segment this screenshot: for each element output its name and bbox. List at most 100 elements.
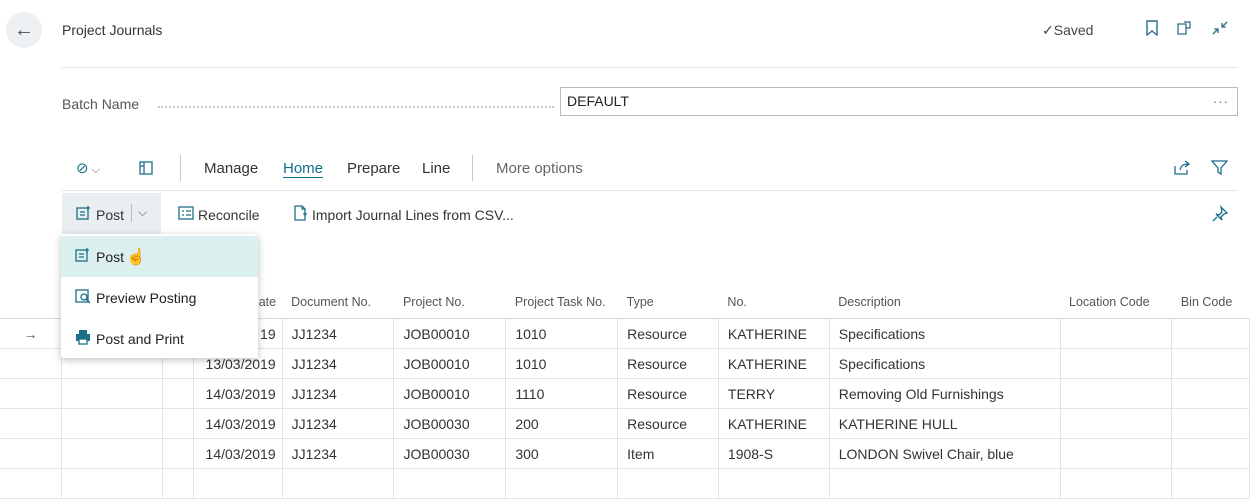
filter-icon[interactable]	[1210, 160, 1229, 179]
chevron-down-icon[interactable]: ⌵	[138, 205, 147, 220]
bookmark-icon[interactable]	[1145, 20, 1159, 40]
cell-posting-date[interactable]: 14/03/2019	[193, 378, 283, 409]
cell-document-no[interactable]: JJ1234	[282, 408, 395, 439]
cell-bin-code[interactable]	[1171, 468, 1250, 499]
column-header-bin-code[interactable]: Bin Code	[1171, 273, 1250, 319]
cell-type[interactable]: Resource	[617, 318, 719, 349]
table-row[interactable]: 14/03/2019 JJ1234 JOB00030 300 Item 1908-S LON…	[0, 438, 1250, 469]
cell-project-no[interactable]: JOB00010	[393, 318, 507, 349]
cell-no[interactable]: TERRY	[718, 378, 830, 409]
tab-home[interactable]: Home	[283, 160, 323, 177]
more-options[interactable]: More options	[496, 160, 583, 177]
cell-project-task-no[interactable]: 1010	[505, 348, 619, 379]
cell-description[interactable]	[829, 468, 1061, 499]
arrow-left-icon: ←	[14, 18, 34, 41]
tab-manage[interactable]: Manage	[204, 160, 258, 177]
preview-posting-icon	[74, 288, 92, 308]
page-layout-icon[interactable]	[138, 160, 154, 179]
column-header-type[interactable]: Type	[617, 273, 719, 319]
column-header-document-no[interactable]: Document No.	[282, 273, 394, 319]
column-header-project-no[interactable]: Project No.	[393, 273, 506, 319]
menu-item-preview-posting[interactable]: Preview Posting	[61, 277, 258, 318]
cell-project-no[interactable]: JOB00010	[393, 348, 507, 379]
cell-posting-date[interactable]: 14/03/2019	[193, 438, 283, 469]
menu-item-post[interactable]: Post ☝	[61, 236, 258, 277]
menu-item-post-and-print[interactable]: Post and Print	[61, 318, 258, 359]
batch-name-field[interactable]: DEFAULT ···	[560, 87, 1238, 116]
tab-prepare[interactable]: Prepare	[347, 160, 400, 177]
cell-type[interactable]: Resource	[617, 378, 719, 409]
cell-posting-date[interactable]	[193, 468, 283, 499]
cell-no[interactable]: KATHERINE	[718, 348, 830, 379]
cell-project-no[interactable]	[393, 468, 507, 499]
post-icon	[74, 247, 92, 267]
cell-type[interactable]: Item	[617, 438, 719, 469]
cell-posting-date[interactable]: 14/03/2019	[193, 408, 283, 439]
cell-project-no[interactable]: JOB00030	[393, 408, 507, 439]
cell-project-no[interactable]: JOB00010	[393, 378, 507, 409]
column-header-project-task-no[interactable]: Project Task No.	[505, 273, 618, 319]
collapse-icon[interactable]	[1211, 20, 1229, 40]
column-header-no[interactable]: No.	[718, 273, 830, 319]
cell-no[interactable]: KATHERINE	[718, 318, 830, 349]
copilot-icon[interactable]: ⊘ ⌵	[76, 159, 100, 177]
import-file-icon	[292, 205, 308, 224]
cell-document-no[interactable]: JJ1234	[282, 438, 395, 469]
batch-lookup-button[interactable]: ···	[1213, 88, 1229, 115]
cell-no[interactable]	[718, 468, 830, 499]
import-csv-button[interactable]: Import Journal Lines from CSV...	[292, 205, 514, 224]
cell-project-task-no[interactable]: 1110	[505, 378, 619, 409]
cell-project-no[interactable]: JOB00030	[393, 438, 507, 469]
row-indicator	[0, 468, 62, 499]
cell-project-task-no[interactable]: 1010	[505, 318, 619, 349]
table-row[interactable]	[0, 468, 1250, 499]
split-divider	[131, 204, 132, 222]
row-cell	[162, 408, 194, 439]
cell-type[interactable]: Resource	[617, 348, 719, 379]
row-cell	[61, 408, 163, 439]
cell-document-no[interactable]: JJ1234	[282, 378, 395, 409]
cell-type[interactable]: Resource	[617, 408, 719, 439]
cell-location-code[interactable]	[1060, 348, 1173, 379]
cell-description[interactable]: Specifications	[829, 318, 1061, 349]
cell-description[interactable]: Specifications	[829, 348, 1061, 379]
column-header-location-code[interactable]: Location Code	[1060, 273, 1172, 319]
cell-document-no[interactable]: JJ1234	[282, 348, 395, 379]
saved-status: ✓Saved	[1042, 22, 1094, 38]
column-header-description[interactable]: Description	[829, 273, 1060, 319]
reconcile-button[interactable]: Reconcile	[178, 205, 259, 224]
cell-location-code[interactable]	[1060, 438, 1173, 469]
cell-project-task-no[interactable]	[505, 468, 619, 499]
row-indicator	[0, 438, 62, 469]
cell-bin-code[interactable]	[1171, 318, 1250, 349]
cell-bin-code[interactable]	[1171, 378, 1250, 409]
pin-icon[interactable]	[1211, 205, 1229, 226]
cell-location-code[interactable]	[1060, 468, 1173, 499]
cell-location-code[interactable]	[1060, 318, 1173, 349]
cell-bin-code[interactable]	[1171, 348, 1250, 379]
cell-document-no[interactable]: JJ1234	[282, 318, 395, 349]
cell-bin-code[interactable]	[1171, 438, 1250, 469]
cell-project-task-no[interactable]: 200	[505, 408, 619, 439]
cell-bin-code[interactable]	[1171, 408, 1250, 439]
cell-project-task-no[interactable]: 300	[505, 438, 619, 469]
cell-description[interactable]: LONDON Swivel Chair, blue	[829, 438, 1061, 469]
cell-type[interactable]	[617, 468, 719, 499]
open-new-window-icon[interactable]	[1176, 20, 1193, 40]
cell-description[interactable]: Removing Old Furnishings	[829, 378, 1061, 409]
cell-location-code[interactable]	[1060, 408, 1173, 439]
tab-line[interactable]: Line	[422, 160, 450, 177]
post-icon	[76, 205, 92, 224]
table-row[interactable]: 14/03/2019 JJ1234 JOB00030 200 Resource KATHE…	[0, 408, 1250, 439]
post-button[interactable]: Post	[76, 205, 124, 224]
column-header	[0, 273, 62, 319]
cell-document-no[interactable]	[282, 468, 395, 499]
back-button[interactable]: ←	[6, 12, 42, 48]
cell-no[interactable]: 1908-S	[718, 438, 830, 469]
cell-location-code[interactable]	[1060, 378, 1173, 409]
cell-description[interactable]: KATHERINE HULL	[829, 408, 1061, 439]
share-icon[interactable]	[1173, 160, 1191, 179]
table-row[interactable]: 14/03/2019 JJ1234 JOB00010 1110 Resource TERR…	[0, 378, 1250, 409]
cell-no[interactable]: KATHERINE	[718, 408, 830, 439]
row-cell	[61, 438, 163, 469]
